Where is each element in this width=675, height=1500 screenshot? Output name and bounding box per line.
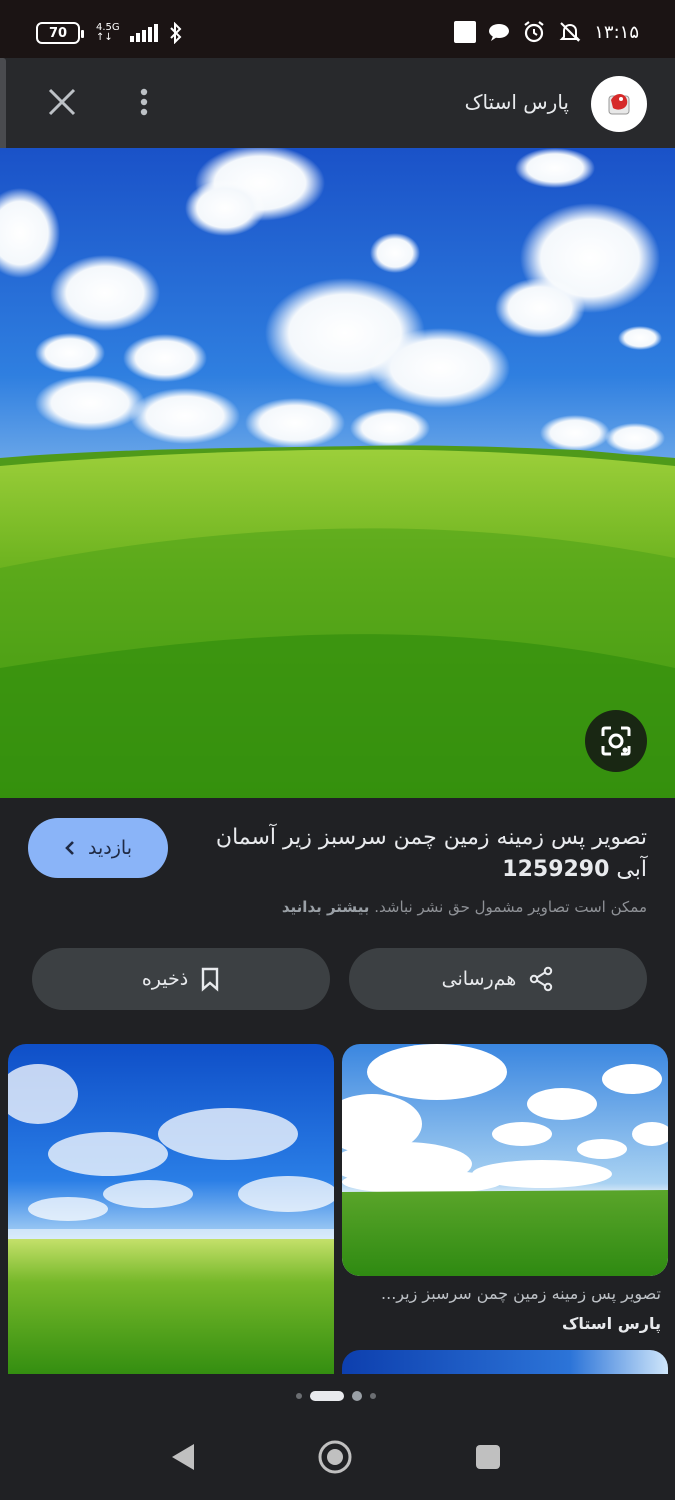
chevron-left-icon xyxy=(65,841,74,855)
grass-field-sky-image xyxy=(0,148,675,798)
related-image-1[interactable] xyxy=(8,1044,334,1374)
copyright-notice: ممکن است تصاویر مشمول حق نشر نباشد. بیشت… xyxy=(282,898,647,916)
save-label: ذخیره xyxy=(141,968,189,990)
status-right: ۱۳:۱۵ xyxy=(454,20,639,44)
status-left: 70 4.5G ↑↓ xyxy=(36,22,184,44)
clock: ۱۳:۱۵ xyxy=(594,21,639,43)
google-lens-button[interactable] xyxy=(585,710,647,772)
related-image-2[interactable] xyxy=(342,1044,668,1276)
related-image-2-picture xyxy=(342,1044,668,1276)
related-image-1-picture xyxy=(8,1044,334,1374)
image-title[interactable]: تصویر پس زمینه زمین چمن سرسبز زیر آسمان … xyxy=(187,822,647,886)
pagination-dots xyxy=(296,1390,386,1402)
learn-more-link[interactable]: بیشتر بدانید xyxy=(282,898,370,916)
visit-button[interactable]: بازدید xyxy=(28,818,168,878)
related-image-3-picture xyxy=(342,1350,668,1374)
related-image-2-source[interactable]: پارس استاک xyxy=(562,1314,661,1333)
related-image-3[interactable] xyxy=(342,1350,668,1374)
back-icon[interactable] xyxy=(170,1442,196,1472)
chat-bubble-icon xyxy=(489,24,510,41)
save-button[interactable]: ذخیره xyxy=(32,948,330,1010)
pars-stock-logo-icon xyxy=(608,94,630,115)
lens-icon xyxy=(601,726,631,756)
network-type: 4.5G ↑↓ xyxy=(96,23,120,43)
related-images-grid: تصویر پس زمینه زمین چمن سرسبز زیر... پار… xyxy=(0,1044,675,1374)
bookmark-icon xyxy=(202,967,219,992)
source-site-logo[interactable] xyxy=(591,76,647,132)
main-image[interactable] xyxy=(0,148,675,798)
page-dot xyxy=(352,1391,362,1401)
copyright-text: ممکن است تصاویر مشمول حق نشر نباشد. xyxy=(374,898,647,916)
related-image-2-caption[interactable]: تصویر پس زمینه زمین چمن سرسبز زیر... xyxy=(341,1284,661,1303)
data-arrows-icon: ↑↓ xyxy=(96,32,113,43)
viewer-header: پارس استاک xyxy=(0,58,675,148)
page-dot xyxy=(370,1393,376,1399)
title-line-2: آبی 1259290 xyxy=(187,854,647,886)
share-label: هم‌رسانی xyxy=(441,968,517,990)
more-vert-icon xyxy=(140,88,148,116)
title-line-2-text: آبی xyxy=(616,857,647,882)
more-options-button[interactable] xyxy=(124,80,164,124)
title-line-2-number: 1259290 xyxy=(502,857,610,882)
system-navigation-bar xyxy=(0,1410,675,1500)
silent-bell-icon xyxy=(559,22,581,42)
status-bar: 70 4.5G ↑↓ ۱۳:۱۵ xyxy=(0,0,675,58)
signal-icon xyxy=(129,24,158,42)
visit-label: بازدید xyxy=(88,837,132,859)
image-info-panel: تصویر پس زمینه زمین چمن سرسبز زیر آسمان … xyxy=(0,798,675,1048)
close-button[interactable] xyxy=(40,80,84,124)
notification-square-icon xyxy=(454,21,477,43)
close-icon xyxy=(48,88,76,116)
bluetooth-icon xyxy=(169,22,182,44)
recent-apps-icon[interactable] xyxy=(476,1445,500,1469)
alarm-icon xyxy=(524,21,544,43)
title-line-1: تصویر پس زمینه زمین چمن سرسبز زیر آسمان xyxy=(215,825,647,850)
share-button[interactable]: هم‌رسانی xyxy=(349,948,647,1010)
share-icon xyxy=(530,966,553,992)
battery-indicator: 70 xyxy=(36,22,84,44)
page-dot-active xyxy=(310,1391,344,1401)
page-dot xyxy=(296,1393,302,1399)
home-icon[interactable] xyxy=(317,1439,353,1475)
source-site-name[interactable]: پارس استاک xyxy=(465,90,569,114)
